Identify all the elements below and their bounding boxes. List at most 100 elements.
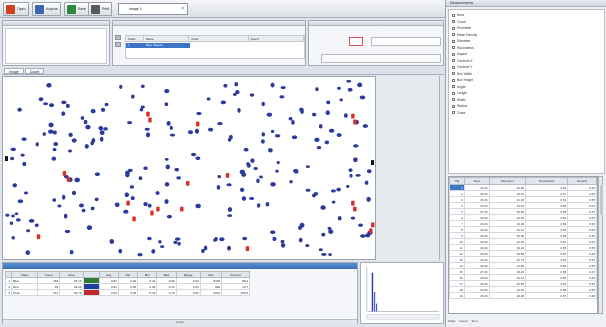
- checkbox[interactable]: [452, 26, 455, 30]
- red-cell: [146, 111, 150, 117]
- class-grid[interactable]: Class Name Color Count 1 Blue Objects: [125, 35, 305, 59]
- table-cell: 19: [449, 292, 465, 299]
- blue-cell: [25, 250, 31, 255]
- document-tab[interactable]: Image 1 ×: [118, 3, 188, 15]
- blue-cell: [71, 190, 77, 196]
- table-row[interactable]: 3 Total 211 30.70 0.53 0.05 0.41 0.72 0.…: [5, 289, 250, 296]
- red-cell: [186, 180, 190, 186]
- threshold-field[interactable]: [371, 37, 441, 46]
- image-view[interactable]: [2, 76, 376, 260]
- measurement-results[interactable]: Obj Area Perimeter Roundness Density 1 31…: [448, 176, 598, 314]
- measurement-scrollbar[interactable]: [598, 176, 603, 314]
- checkbox[interactable]: [452, 39, 455, 43]
- remove-class-icon[interactable]: [115, 42, 121, 47]
- red-cell: [132, 216, 136, 222]
- blue-cell: [151, 249, 156, 254]
- blue-cell: [104, 102, 109, 107]
- blue-cell: [328, 253, 332, 257]
- blue-cell: [318, 248, 323, 252]
- checkbox[interactable]: [452, 111, 455, 115]
- class-grid-row[interactable]: 1 Blue Objects: [126, 43, 190, 48]
- checkbox[interactable]: [452, 65, 455, 69]
- class-panel: Class Name Color Count 1 Blue Objects: [112, 20, 306, 66]
- tab-image[interactable]: Image: [4, 68, 24, 74]
- blue-cell: [174, 237, 181, 241]
- image-vertical-scrollbar[interactable]: [439, 76, 444, 260]
- blue-cell: [51, 156, 57, 161]
- cell-area: 30.70: [59, 289, 84, 296]
- blue-cell: [206, 97, 211, 101]
- checkbox[interactable]: [452, 85, 455, 89]
- measurement-item-label: Diameter: [457, 39, 471, 44]
- close-icon[interactable]: ×: [181, 6, 184, 12]
- checkbox[interactable]: [452, 13, 455, 17]
- footer-tab[interactable]: Class: [448, 319, 456, 323]
- checkbox[interactable]: [452, 20, 455, 24]
- blue-cell: [196, 111, 202, 116]
- range-field[interactable]: [321, 54, 441, 63]
- blue-cell: [144, 127, 150, 131]
- checkbox[interactable]: [452, 91, 455, 95]
- blue-cell: [227, 214, 233, 218]
- scrollbar-thumb[interactable]: [599, 185, 603, 215]
- red-cell: [353, 119, 357, 125]
- blue-cell: [337, 216, 342, 221]
- checkbox[interactable]: [452, 33, 455, 37]
- table-row[interactable]: 19 28.00 18.90 0.87 0.48: [449, 292, 597, 299]
- blue-cell: [305, 188, 311, 192]
- blue-cell: [326, 100, 331, 105]
- add-class-icon[interactable]: [115, 35, 121, 40]
- blue-cell: [346, 79, 352, 83]
- cell-class: Total: [11, 289, 38, 296]
- blue-cell: [256, 178, 260, 184]
- tab-count[interactable]: Count: [24, 68, 45, 74]
- threshold-panel-header: [309, 21, 443, 26]
- blue-cell: [98, 125, 104, 131]
- blue-cell: [119, 84, 123, 89]
- cell-std: 0.05: [117, 289, 139, 296]
- checkbox[interactable]: [452, 46, 455, 50]
- blue-cell: [261, 132, 265, 137]
- blue-cell: [270, 82, 275, 88]
- checkbox[interactable]: [452, 98, 455, 102]
- checkbox[interactable]: [452, 72, 455, 76]
- open-button[interactable]: Open: [3, 2, 29, 16]
- blue-cell: [227, 245, 232, 251]
- blue-cell: [118, 248, 123, 254]
- footer-tab[interactable]: Count: [460, 319, 468, 323]
- measurement-item[interactable]: Class: [452, 110, 601, 117]
- histogram-panel: [360, 262, 444, 324]
- checkbox[interactable]: [452, 52, 455, 56]
- blue-cell: [316, 146, 322, 150]
- blue-cell: [298, 237, 303, 243]
- red-cell: [150, 210, 154, 216]
- red-cell: [353, 206, 357, 212]
- blue-cell: [280, 243, 286, 248]
- save-button[interactable]: Save: [64, 2, 89, 16]
- blue-cell: [52, 130, 57, 135]
- measurement-item-label: Box Width: [457, 71, 473, 76]
- blue-cell: [38, 97, 44, 102]
- blue-cell: [275, 169, 279, 173]
- blue-cell: [337, 86, 341, 90]
- histogram: [366, 266, 440, 320]
- measurement-list: Area Count Perimeter Mean Density Diamet…: [448, 9, 605, 174]
- blue-cell: [61, 100, 67, 105]
- blue-cell: [365, 233, 371, 238]
- blue-cell: [339, 98, 343, 102]
- footer-tab[interactable]: Sum: [472, 319, 478, 323]
- red-cell: [36, 234, 41, 240]
- blue-cell: [61, 111, 66, 116]
- blue-cell: [176, 176, 181, 180]
- checkbox[interactable]: [452, 104, 455, 108]
- blue-cell: [127, 168, 133, 173]
- color-picker-swatch[interactable]: [349, 37, 363, 46]
- print-button[interactable]: Print: [88, 2, 113, 16]
- acquire-button[interactable]: Acquire: [32, 2, 61, 16]
- blue-cell: [321, 232, 326, 237]
- blue-cell: [343, 113, 348, 118]
- checkbox[interactable]: [452, 59, 455, 63]
- blue-cell: [201, 249, 205, 253]
- blue-cell: [346, 184, 350, 188]
- checkbox[interactable]: [452, 78, 455, 82]
